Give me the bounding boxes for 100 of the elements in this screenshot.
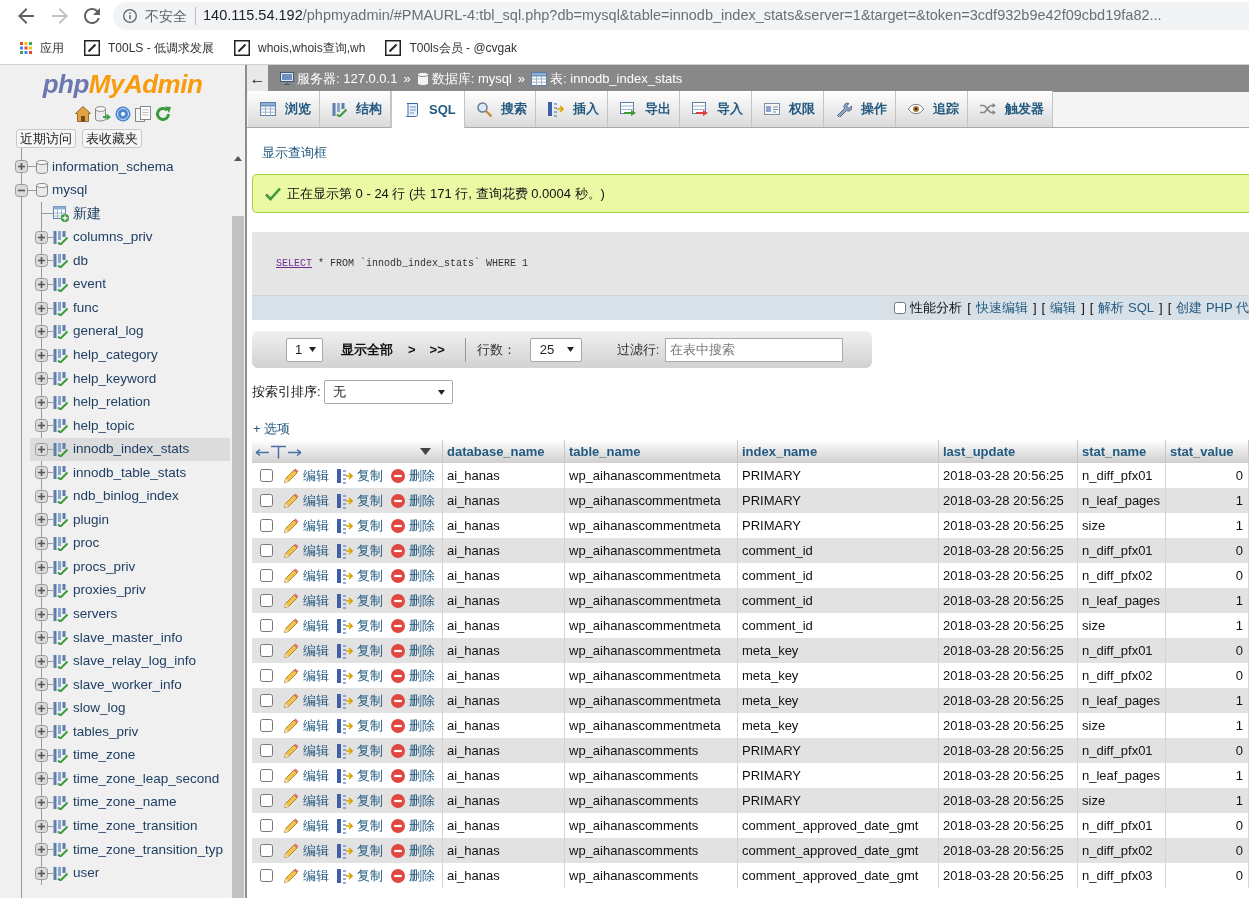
tab[interactable]: 插入 <box>535 91 608 127</box>
expand-icon[interactable] <box>35 537 48 550</box>
logo[interactable]: phpMyAdmin <box>42 71 203 97</box>
edit-link[interactable]: 编辑 <box>284 740 329 761</box>
copy-link[interactable]: 复制 <box>337 615 383 636</box>
expand-icon[interactable] <box>35 419 48 433</box>
row-checkbox[interactable] <box>260 744 273 757</box>
copy-link[interactable]: 复制 <box>337 715 383 736</box>
tab[interactable]: 导出 <box>607 91 680 127</box>
query-action-link[interactable]: 编辑 <box>1050 298 1077 318</box>
tab[interactable]: 操作 <box>823 91 896 127</box>
table-link[interactable]: proc <box>73 533 100 554</box>
copy-link[interactable]: 复制 <box>337 815 383 836</box>
database-link[interactable]: information_schema <box>52 156 174 177</box>
expand-icon[interactable] <box>35 772 48 786</box>
breadcrumb-link[interactable]: 表: innodb_index_stats <box>550 68 683 89</box>
row-checkbox[interactable] <box>260 519 273 532</box>
next-page-button[interactable]: > <box>408 339 416 360</box>
sidebar-tab-button[interactable]: 表收藏夹 <box>82 129 142 148</box>
expand-icon[interactable] <box>35 843 48 857</box>
tab[interactable]: 触发器 <box>967 91 1053 127</box>
table-link[interactable]: func <box>73 297 99 319</box>
delete-link[interactable]: 删除 <box>391 515 435 536</box>
copy-link[interactable]: 复制 <box>337 765 383 786</box>
delete-link[interactable]: 删除 <box>391 740 435 761</box>
row-checkbox[interactable] <box>260 819 273 832</box>
reload-icon[interactable] <box>84 8 100 24</box>
new-table-link[interactable]: 新建 <box>73 203 101 224</box>
breadcrumb-link[interactable]: 服务器: 127.0.0.1 <box>297 68 398 89</box>
edit-link[interactable]: 编辑 <box>284 765 329 786</box>
table-link[interactable]: time_zone_transition <box>73 815 198 837</box>
row-checkbox[interactable] <box>260 669 273 682</box>
edit-link[interactable]: 编辑 <box>284 640 329 661</box>
expand-icon[interactable] <box>35 466 48 480</box>
bookmark-link[interactable]: T00ls会员 - @cvgak <box>379 36 523 60</box>
document-icon[interactable] <box>134 106 151 122</box>
expand-icon[interactable] <box>35 796 48 810</box>
delete-link[interactable]: 删除 <box>391 815 435 836</box>
table-link[interactable]: ndb_binlog_index <box>73 486 179 507</box>
copy-link[interactable]: 复制 <box>337 465 383 486</box>
row-checkbox[interactable] <box>260 694 273 707</box>
edit-link[interactable]: 编辑 <box>284 590 329 611</box>
row-checkbox[interactable] <box>260 719 273 732</box>
bookmark-link[interactable]: whois,whois查询,wh <box>228 36 372 60</box>
last-page-button[interactable]: >> <box>429 339 445 360</box>
delete-link[interactable]: 删除 <box>391 540 435 561</box>
delete-link[interactable]: 删除 <box>391 790 435 811</box>
delete-link[interactable]: 删除 <box>391 840 435 861</box>
edit-link[interactable]: 编辑 <box>284 715 329 736</box>
expand-icon[interactable] <box>35 866 48 880</box>
scrollbar-thumb[interactable] <box>231 216 244 898</box>
tab[interactable]: 搜索 <box>464 91 536 127</box>
column-width-icon[interactable] <box>255 444 302 459</box>
expand-icon[interactable] <box>35 725 48 739</box>
delete-link[interactable]: 删除 <box>391 715 435 736</box>
profiling-checkbox[interactable] <box>894 302 907 314</box>
table-link[interactable]: procs_priv <box>73 556 136 578</box>
delete-link[interactable]: 删除 <box>391 640 435 661</box>
row-checkbox[interactable] <box>260 569 273 582</box>
row-checkbox[interactable] <box>260 794 273 807</box>
edit-link[interactable]: 编辑 <box>284 865 329 886</box>
table-link[interactable]: plugin <box>73 509 110 531</box>
row-checkbox[interactable] <box>260 619 273 632</box>
options-link[interactable]: + 选项 <box>253 421 291 437</box>
tab[interactable]: SQL <box>391 91 465 128</box>
expand-icon[interactable] <box>15 160 28 174</box>
expand-icon[interactable] <box>35 230 48 244</box>
query-action-link[interactable]: 快速编辑 <box>975 298 1028 318</box>
query-action-link[interactable]: 创建 PHP 代 <box>1176 298 1249 318</box>
expand-icon[interactable] <box>35 278 48 291</box>
edit-link[interactable]: 编辑 <box>284 840 329 861</box>
table-link[interactable]: columns_priv <box>73 227 153 248</box>
table-link[interactable]: help_topic <box>73 415 135 436</box>
expand-icon[interactable] <box>35 513 48 527</box>
edit-link[interactable]: 编辑 <box>284 465 329 486</box>
table-link[interactable]: time_zone_leap_second <box>73 768 220 790</box>
copy-link[interactable]: 复制 <box>337 590 383 611</box>
copy-link[interactable]: 复制 <box>337 540 383 561</box>
show-query-link[interactable]: 显示查询框 <box>262 145 327 161</box>
copy-link[interactable]: 复制 <box>337 565 383 586</box>
table-link[interactable]: help_relation <box>73 392 151 413</box>
filter-input[interactable]: 在表中搜索 <box>665 337 844 362</box>
expand-icon[interactable] <box>35 678 48 692</box>
copy-link[interactable]: 复制 <box>337 840 383 861</box>
expand-icon[interactable] <box>35 348 48 362</box>
edit-link[interactable]: 编辑 <box>284 490 329 511</box>
database-arrow-icon[interactable] <box>94 106 111 122</box>
copy-link[interactable]: 复制 <box>337 740 383 761</box>
copy-link[interactable]: 复制 <box>337 790 383 811</box>
table-link[interactable]: servers <box>73 604 118 625</box>
delete-link[interactable]: 删除 <box>391 765 435 786</box>
sidebar-tab-button[interactable]: 近期访问 <box>16 129 76 148</box>
expand-icon[interactable] <box>35 819 48 833</box>
dropdown-triangle-icon[interactable] <box>420 448 431 455</box>
copy-link[interactable]: 复制 <box>337 865 383 886</box>
expand-icon[interactable] <box>35 607 48 621</box>
edit-link[interactable]: 编辑 <box>284 815 329 836</box>
table-link[interactable]: help_category <box>73 345 158 366</box>
security-chip[interactable]: 不安全 <box>123 5 187 27</box>
sort-select[interactable]: 无 <box>323 380 453 404</box>
